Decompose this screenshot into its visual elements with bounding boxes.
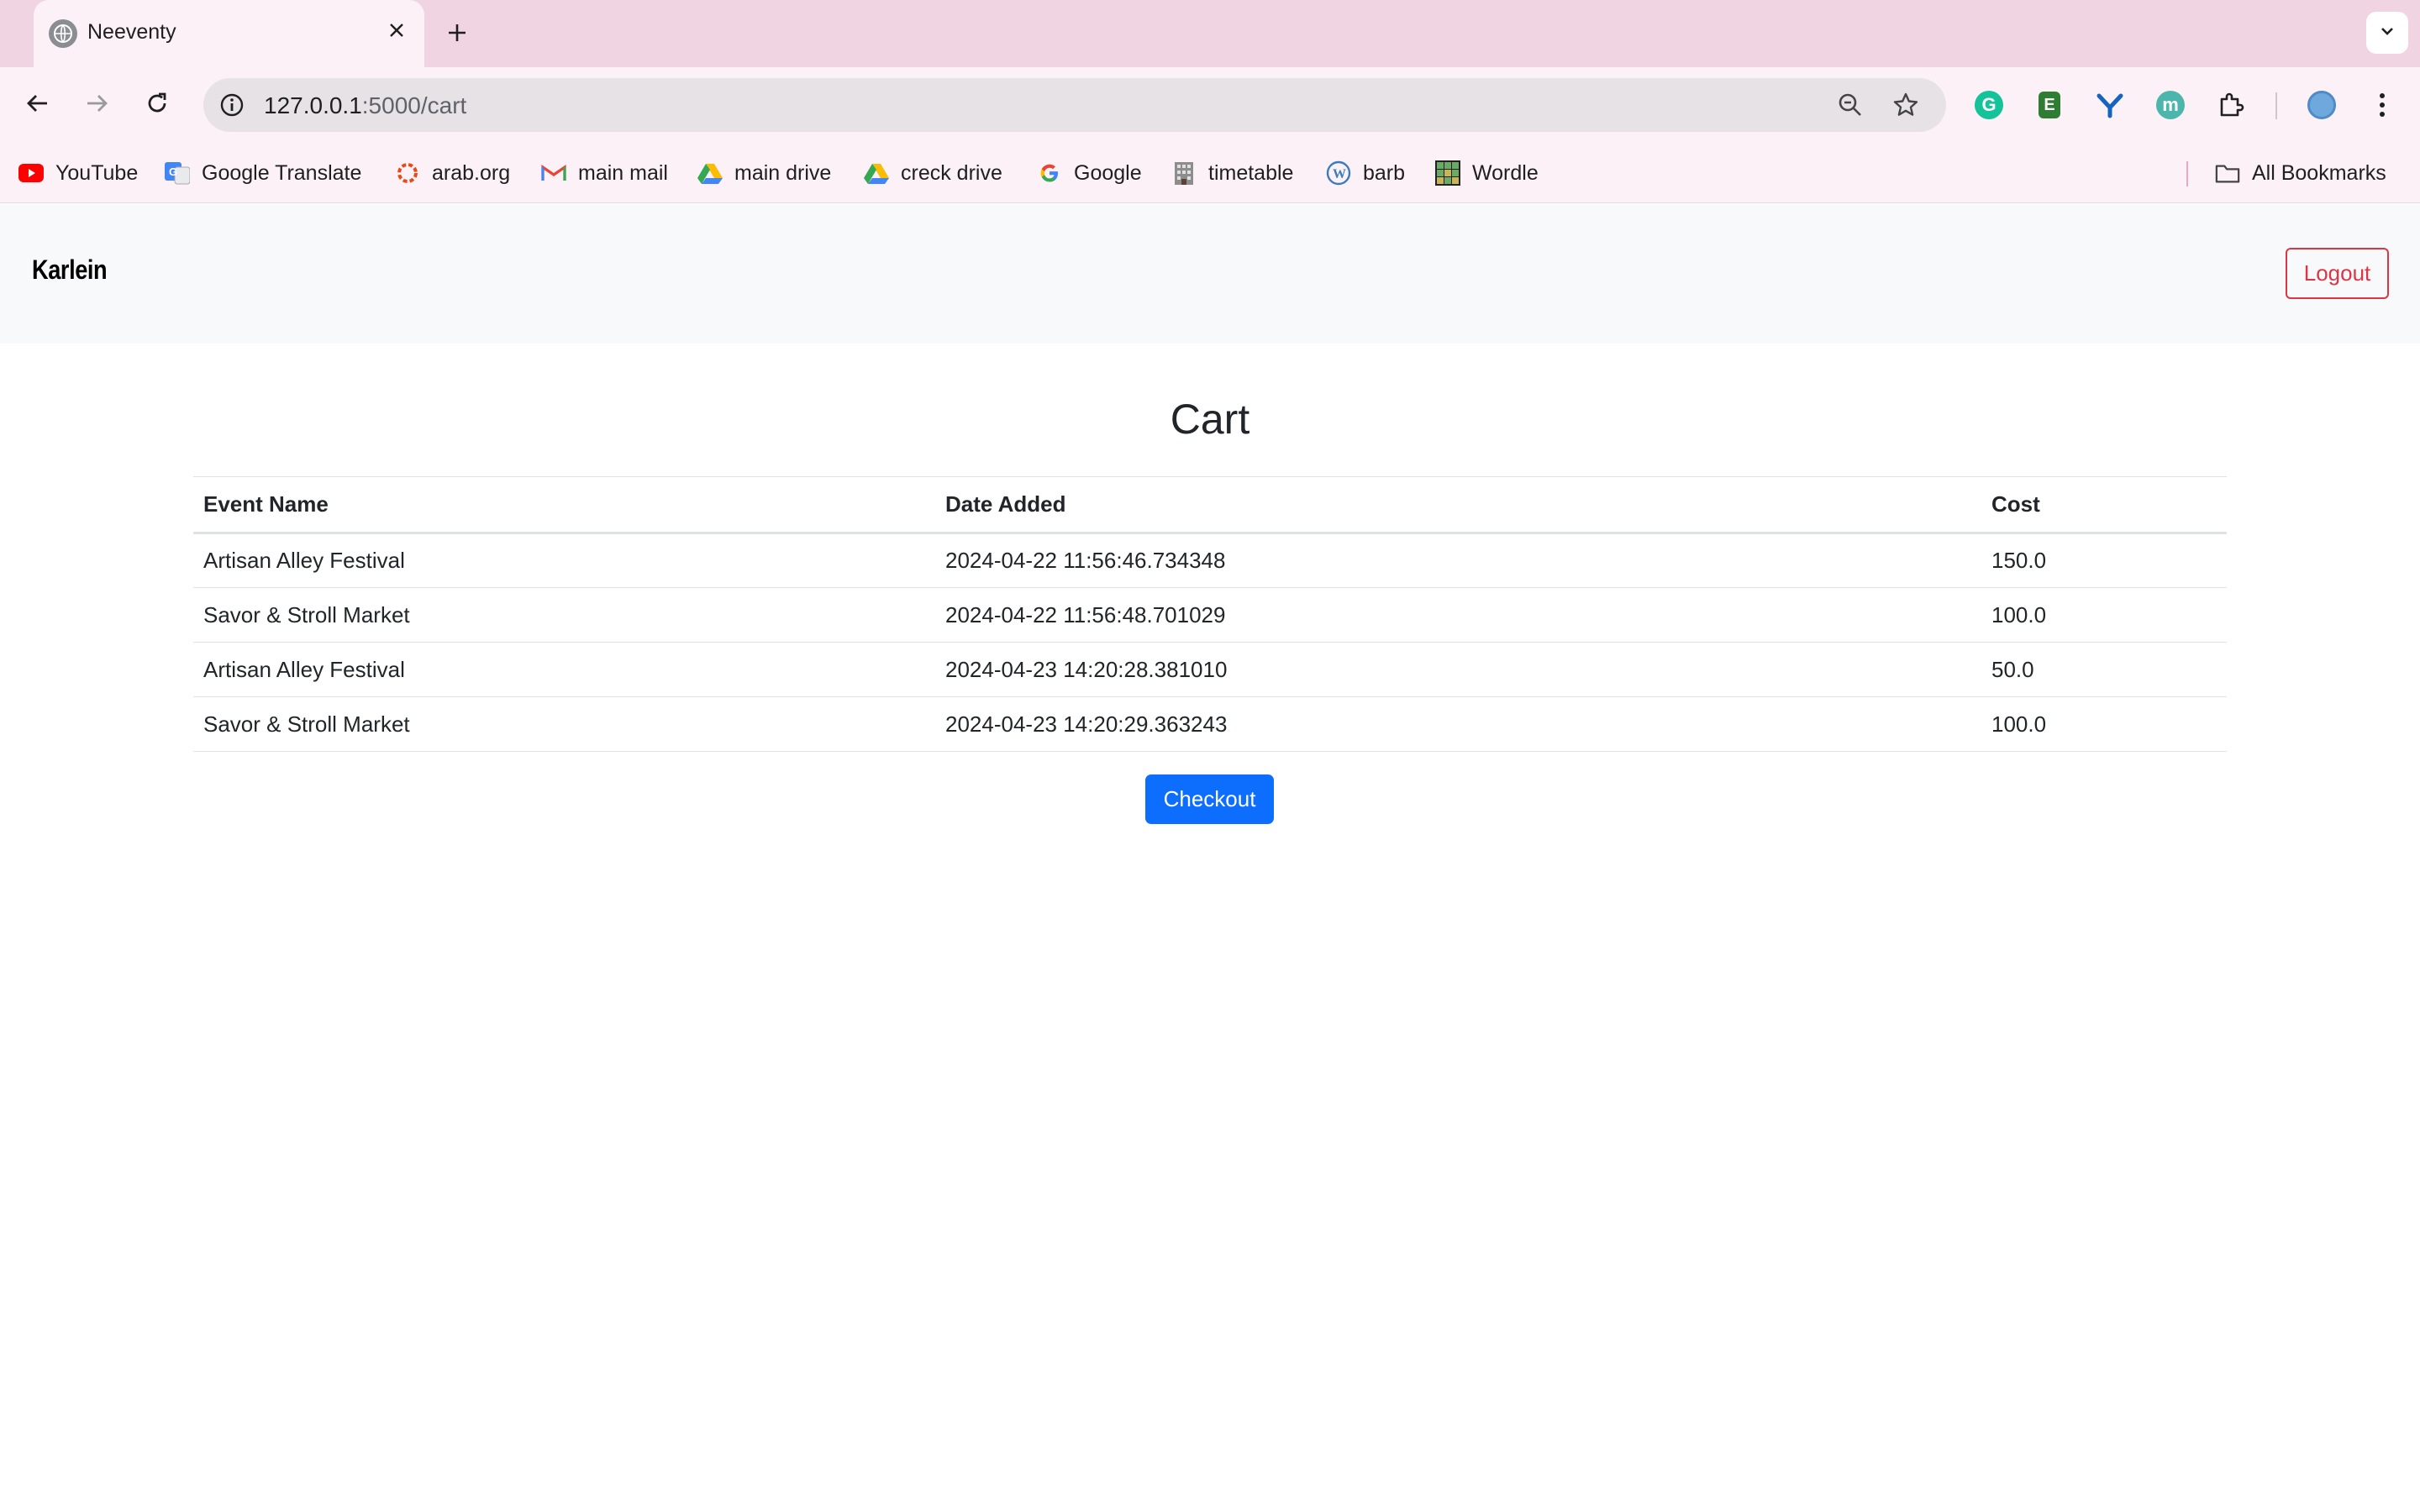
brand-name[interactable]: Karlein — [32, 255, 108, 286]
cell-date-added: 2024-04-23 14:20:29.363243 — [935, 696, 1981, 752]
cell-cost: 100.0 — [1981, 696, 2227, 752]
table-row: Savor & Stroll Market 2024-04-22 11:56:4… — [193, 587, 2227, 643]
reload-icon — [145, 91, 170, 120]
profile-avatar[interactable] — [2302, 86, 2341, 124]
table-row: Savor & Stroll Market 2024-04-23 14:20:2… — [193, 696, 2227, 752]
google-drive-icon — [864, 160, 889, 186]
google-drive-icon — [697, 160, 723, 186]
close-tab-icon[interactable] — [381, 17, 412, 47]
bookmark-main-drive[interactable]: main drive — [697, 156, 831, 190]
arrow-right-icon — [84, 91, 109, 120]
new-tab-icon[interactable] — [440, 17, 474, 50]
table-row: Artisan Alley Festival 2024-04-22 11:56:… — [193, 533, 2227, 588]
browser-tabstrip: Neeventy — [0, 0, 2420, 67]
bookmark-label: YouTube — [55, 160, 139, 185]
more-menu-icon[interactable] — [2363, 86, 2402, 124]
bookmark-label: timetable — [1208, 160, 1294, 185]
bookmark-google-translate[interactable]: G Google Translate — [165, 156, 361, 190]
chevron-down-icon — [2378, 22, 2396, 45]
arrow-left-icon — [25, 91, 50, 120]
column-header-date-added: Date Added — [935, 476, 1981, 534]
browser-toolbar: 127.0.0.1:5000/cart G E m — [0, 67, 2420, 143]
site-info-icon[interactable] — [217, 90, 247, 120]
cart-table: Event Name Date Added Cost Artisan Alley… — [193, 476, 2227, 752]
column-header-cost: Cost — [1981, 476, 2227, 534]
tab-title: Neeventy — [87, 20, 176, 44]
evernote-badge: E — [2039, 92, 2060, 118]
reload-button[interactable] — [136, 84, 178, 126]
bookmark-label: creck drive — [901, 160, 1002, 185]
m-extension-badge: m — [2156, 91, 2185, 119]
globe-icon — [49, 19, 77, 48]
all-bookmarks-label: All Bookmarks — [2252, 160, 2386, 185]
tab-search-button[interactable] — [2366, 12, 2408, 54]
url-path: :5000/cart — [361, 92, 467, 118]
bookmark-arab-org[interactable]: arab.org — [395, 156, 510, 190]
cell-date-added: 2024-04-23 14:20:28.381010 — [935, 642, 1981, 697]
m-extension-icon[interactable]: m — [2151, 86, 2190, 124]
cell-date-added: 2024-04-22 11:56:48.701029 — [935, 587, 1981, 643]
cell-event-name: Artisan Alley Festival — [193, 642, 935, 697]
y-extension-icon[interactable] — [2091, 86, 2129, 124]
google-translate-icon: G — [165, 160, 190, 186]
cell-event-name: Savor & Stroll Market — [193, 587, 935, 643]
bookmark-main-mail[interactable]: main mail — [541, 156, 668, 190]
folder-icon — [2215, 160, 2240, 186]
url-text[interactable]: 127.0.0.1:5000/cart — [264, 92, 466, 119]
url-host: 127.0.0.1 — [264, 92, 362, 118]
zoom-icon[interactable] — [1833, 88, 1867, 122]
bookmarks-bar: YouTube G Google Translate arab.org main… — [0, 143, 2420, 203]
bookmark-label: Google — [1074, 160, 1142, 185]
extensions-puzzle-icon[interactable] — [2212, 86, 2250, 124]
cell-cost: 50.0 — [1981, 642, 2227, 697]
bookmarks-separator — [2186, 161, 2188, 186]
cell-date-added: 2024-04-22 11:56:46.734348 — [935, 533, 1981, 588]
back-button[interactable] — [17, 84, 59, 126]
checkout-button[interactable]: Checkout — [1145, 774, 1274, 824]
gmail-icon — [541, 160, 566, 186]
youtube-icon — [18, 160, 44, 186]
svg-text:G: G — [169, 165, 177, 178]
profile-avatar-icon — [2307, 91, 2336, 119]
grammarly-icon[interactable]: G — [1970, 86, 2008, 124]
bookmark-label: arab.org — [432, 160, 511, 185]
bookmark-barb[interactable]: W barb — [1326, 156, 1405, 190]
svg-text:W: W — [1333, 167, 1346, 181]
address-bar[interactable]: 127.0.0.1:5000/cart — [203, 78, 1946, 132]
wordle-icon — [1435, 160, 1460, 186]
evernote-icon[interactable]: E — [2030, 86, 2069, 124]
wordpress-icon: W — [1326, 160, 1351, 186]
bookmark-label: main mail — [578, 160, 668, 185]
toolbar-separator — [2275, 92, 2277, 119]
bookmark-wordle[interactable]: Wordle — [1435, 156, 1539, 190]
table-row: Artisan Alley Festival 2024-04-23 14:20:… — [193, 642, 2227, 697]
logout-button[interactable]: Logout — [2286, 248, 2389, 299]
google-icon — [1037, 160, 1062, 186]
browser-tab[interactable]: Neeventy — [34, 0, 424, 67]
arab-org-icon — [395, 160, 420, 186]
bookmark-google[interactable]: Google — [1037, 156, 1142, 190]
bookmark-star-icon[interactable] — [1889, 88, 1923, 122]
grammarly-badge: G — [1975, 91, 2003, 119]
cell-event-name: Savor & Stroll Market — [193, 696, 935, 752]
bookmark-label: Google Translate — [202, 160, 362, 185]
building-icon — [1171, 160, 1197, 186]
bookmark-label: Wordle — [1472, 160, 1539, 185]
table-header-row: Event Name Date Added Cost — [193, 476, 2227, 534]
bookmark-youtube[interactable]: YouTube — [18, 156, 138, 190]
cell-cost: 150.0 — [1981, 533, 2227, 588]
cell-cost: 100.0 — [1981, 587, 2227, 643]
bookmark-label: main drive — [734, 160, 832, 185]
bookmark-label: barb — [1363, 160, 1406, 185]
bookmark-timetable[interactable]: timetable — [1171, 156, 1293, 190]
page-title: Cart — [1170, 396, 1250, 443]
forward-button[interactable] — [76, 84, 118, 126]
all-bookmarks-button[interactable]: All Bookmarks — [2215, 156, 2386, 190]
column-header-event-name: Event Name — [193, 476, 935, 534]
cell-event-name: Artisan Alley Festival — [193, 533, 935, 588]
bookmark-creck-drive[interactable]: creck drive — [864, 156, 1002, 190]
site-navbar: Karlein Logout — [0, 204, 2420, 344]
